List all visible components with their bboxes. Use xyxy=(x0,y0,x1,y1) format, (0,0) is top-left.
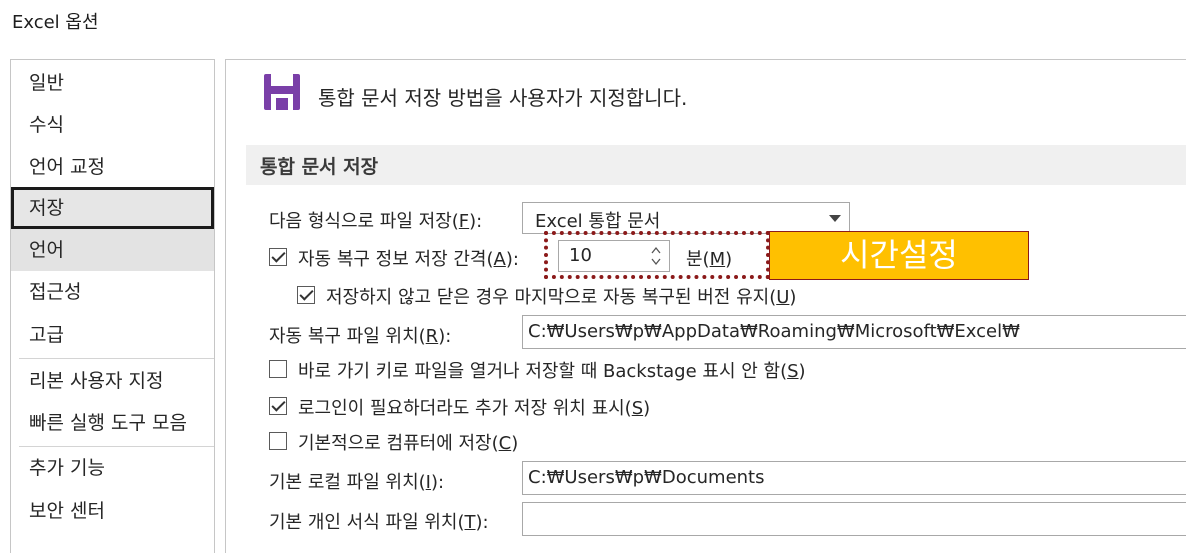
nav-item-trust-center[interactable]: 보안 센터 xyxy=(11,490,214,532)
annotation-callout: 시간설정 xyxy=(769,231,1029,280)
personal-templates-label: 기본 개인 서식 파일 위치(T): xyxy=(269,512,489,533)
save-format-dropdown[interactable]: Excel 통합 문서 xyxy=(522,202,850,234)
default-local-location-value: C:₩Users₩p₩Documents xyxy=(528,467,765,488)
personal-templates-field[interactable] xyxy=(522,502,1186,536)
default-local-location-field[interactable]: C:₩Users₩p₩Documents xyxy=(522,461,1186,495)
keep-last-version-label: 저장하지 않고 닫은 경우 마지막으로 자동 복구된 버전 유지(U) xyxy=(326,287,797,308)
nav-divider xyxy=(19,358,214,359)
nav-item-quick-access-toolbar[interactable]: 빠른 실행 도구 모음 xyxy=(11,402,214,444)
nav-item-save[interactable]: 저장 xyxy=(11,187,214,229)
save-to-computer-label: 기본적으로 컴퓨터에 저장(C) xyxy=(298,433,519,454)
highlight-dotted-frame xyxy=(544,231,770,279)
options-nav: 일반 수식 언어 교정 저장 언어 접근성 고급 리본 사용자 지정 빠른 실행… xyxy=(10,59,215,553)
nav-item-formulas[interactable]: 수식 xyxy=(11,104,214,146)
nav-item-add-ins[interactable]: 추가 기능 xyxy=(11,447,214,489)
default-local-location-label: 기본 로컬 파일 위치(I): xyxy=(269,472,445,493)
autorecover-label: 자동 복구 정보 저장 간격(A): xyxy=(298,249,519,270)
save-format-label: 다음 형식으로 파일 저장(F): xyxy=(269,211,483,232)
nav-item-accessibility[interactable]: 접근성 xyxy=(11,271,214,313)
backstage-label: 바로 가기 키로 파일을 열거나 저장할 때 Backstage 표시 안 함(… xyxy=(298,361,806,382)
save-icon xyxy=(264,74,300,110)
nav-item-general[interactable]: 일반 xyxy=(11,62,214,104)
chevron-down-icon xyxy=(829,215,841,222)
page-header: 통합 문서 저장 방법을 사용자가 지정합니다. xyxy=(318,86,688,110)
backstage-checkbox[interactable] xyxy=(269,360,287,378)
autorecover-checkbox[interactable] xyxy=(269,248,287,266)
autorecover-location-field[interactable]: C:₩Users₩p₩AppData₩Roaming₩Microsoft₩Exc… xyxy=(522,315,1186,349)
section-header-bar xyxy=(246,145,1186,185)
nav-item-customize-ribbon[interactable]: 리본 사용자 지정 xyxy=(11,360,214,402)
nav-item-advanced[interactable]: 고급 xyxy=(11,314,214,356)
window-title: Excel 옵션 xyxy=(12,12,99,33)
autorecover-location-value: C:₩Users₩p₩AppData₩Roaming₩Microsoft₩Exc… xyxy=(528,321,1020,342)
save-to-computer-checkbox[interactable] xyxy=(269,432,287,450)
autorecover-location-label: 자동 복구 파일 위치(R): xyxy=(269,326,452,347)
section-title: 통합 문서 저장 xyxy=(260,156,379,178)
nav-item-language[interactable]: 언어 xyxy=(11,229,214,271)
nav-item-proofing[interactable]: 언어 교정 xyxy=(11,146,214,188)
save-format-value: Excel 통합 문서 xyxy=(535,211,661,232)
keep-last-version-checkbox[interactable] xyxy=(297,286,315,304)
show-extra-locations-checkbox[interactable] xyxy=(269,397,287,415)
show-extra-locations-label: 로그인이 필요하더라도 추가 저장 위치 표시(S) xyxy=(298,398,651,419)
